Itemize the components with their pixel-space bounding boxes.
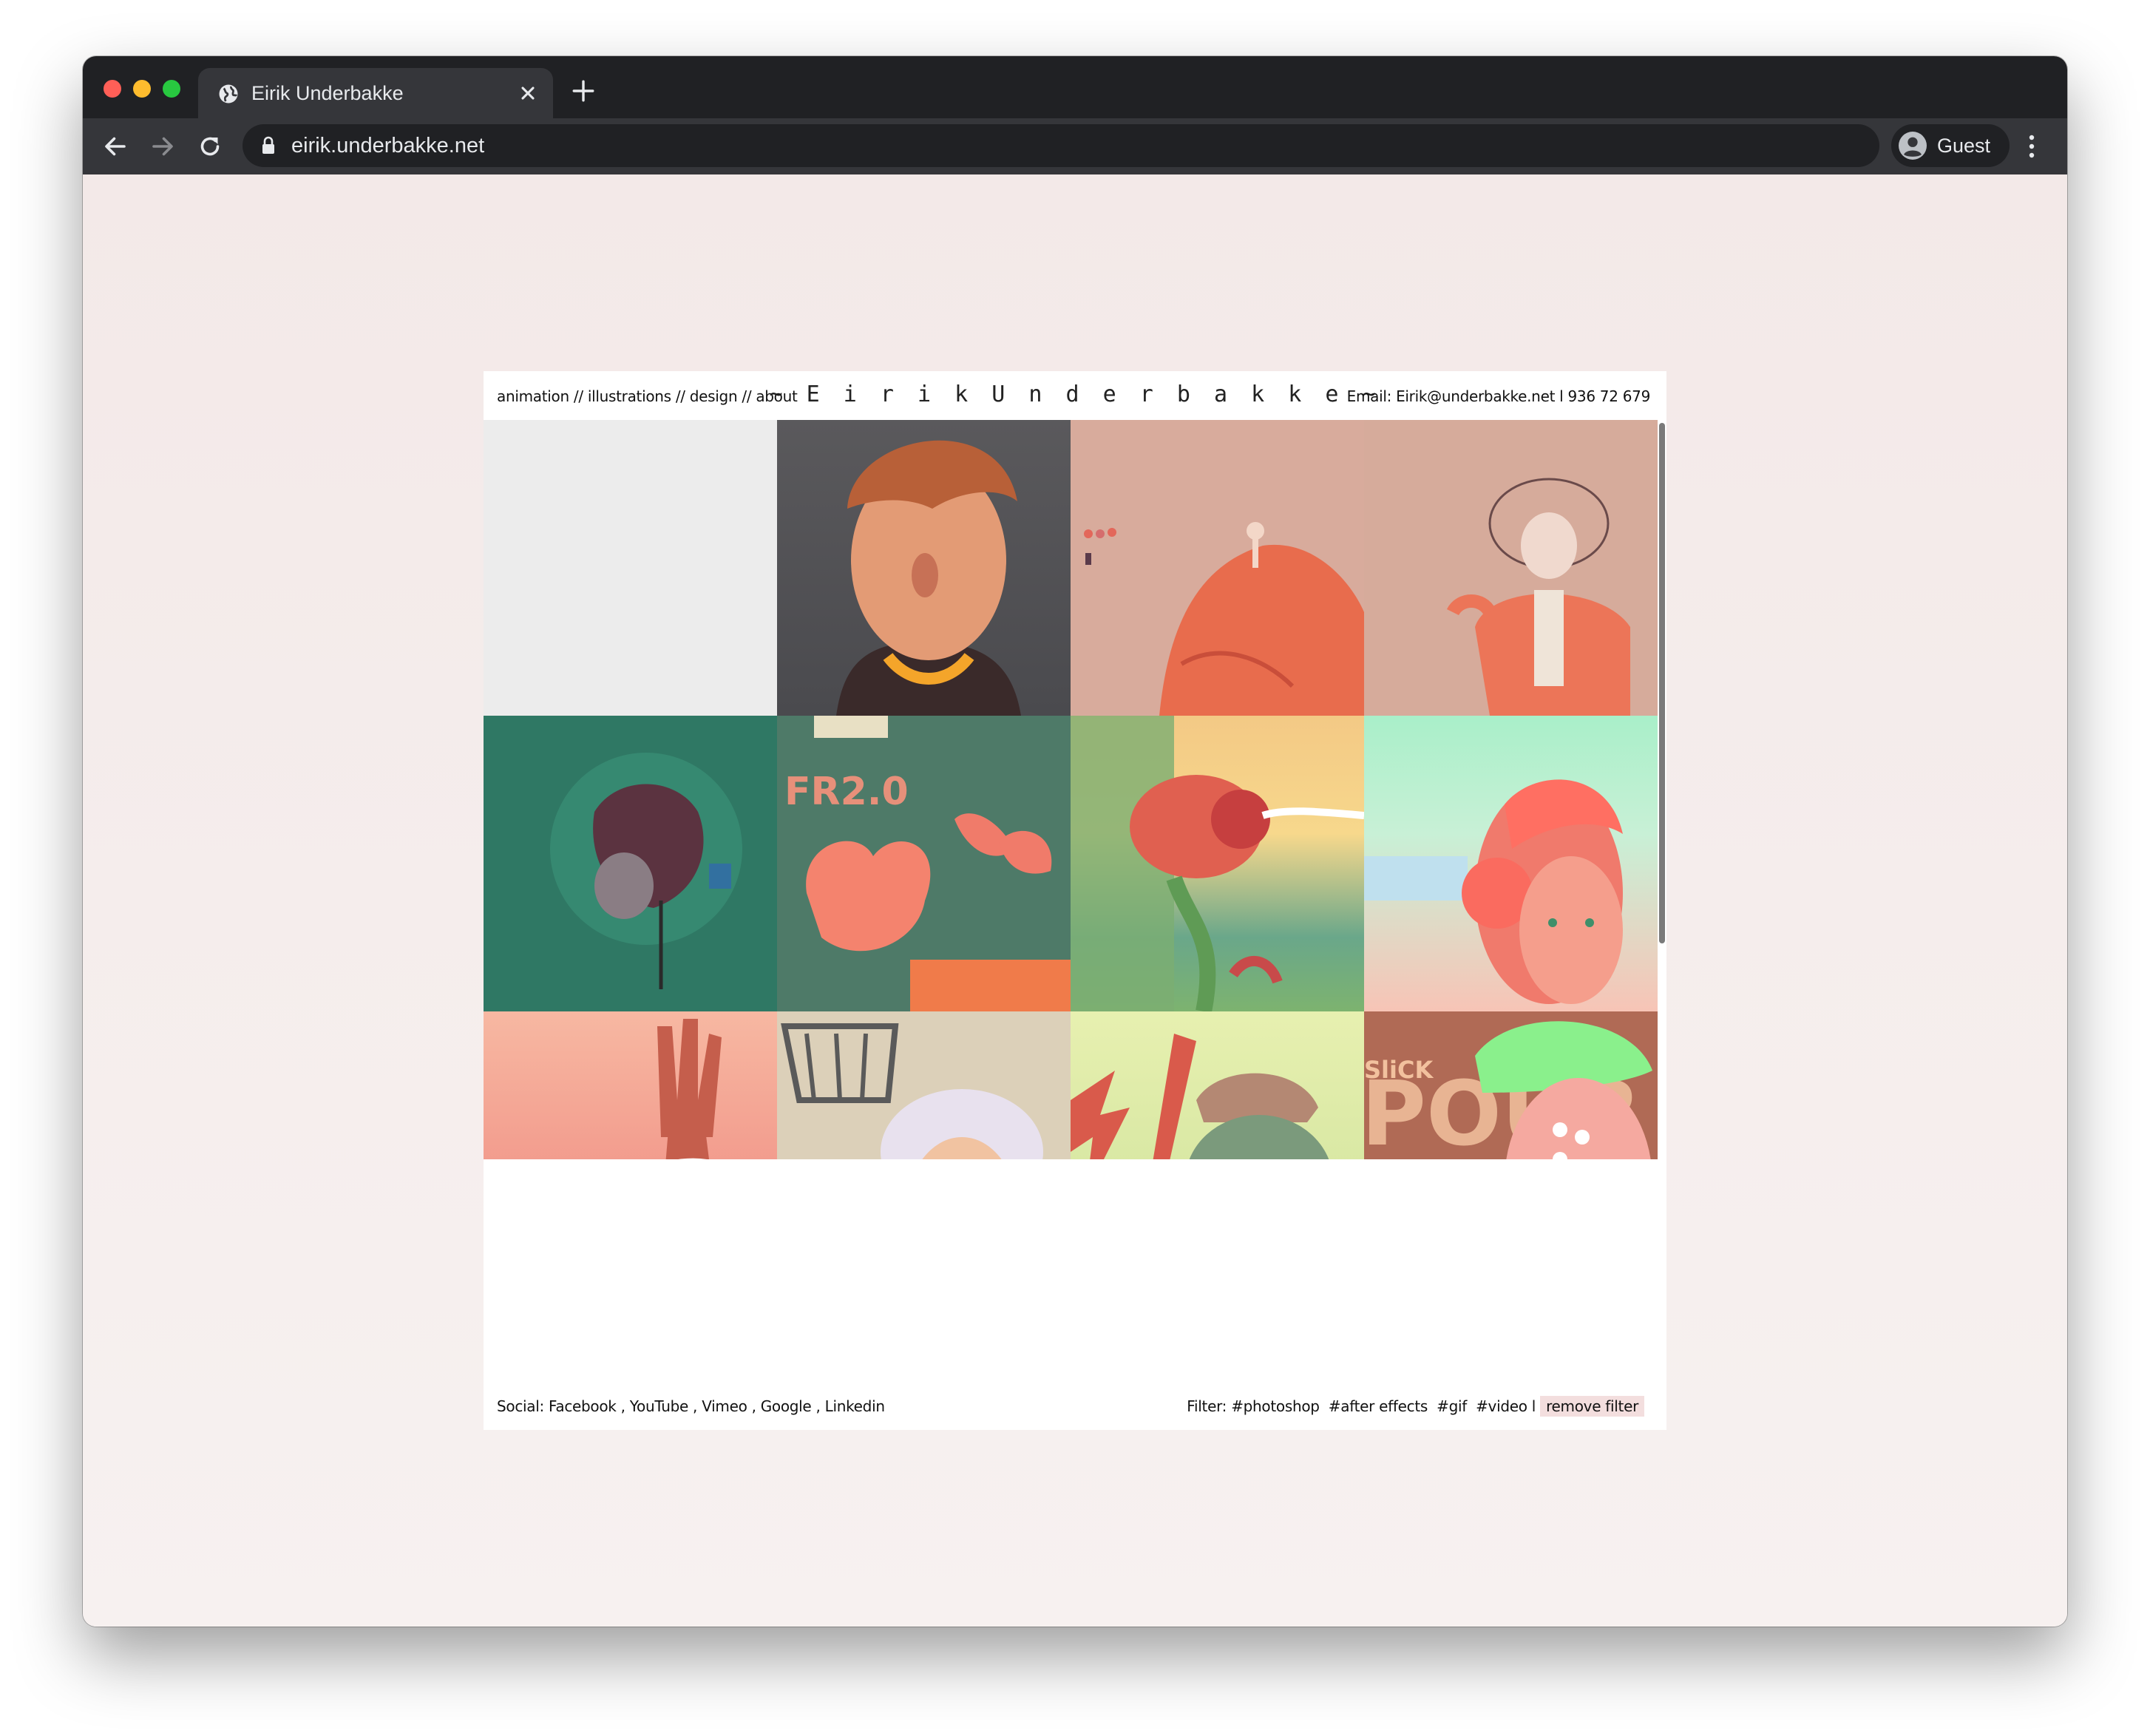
orange-jacket-artwork [1084, 522, 1364, 716]
minimize-window-button[interactable] [133, 80, 151, 98]
clay-boy-artwork [836, 440, 1021, 716]
gallery-tile[interactable] [484, 1011, 777, 1159]
browser-titlebar: Eirik Underbakke [83, 56, 2067, 118]
svg-text:SliCK: SliCK [1364, 1056, 1434, 1084]
gallery-tile[interactable] [1071, 1011, 1364, 1159]
filter-label: Filter: [1187, 1397, 1232, 1415]
filter-divider: l [1527, 1397, 1541, 1415]
social-label: Social: [497, 1397, 549, 1415]
facebook-link[interactable]: Facebook [549, 1397, 617, 1415]
social-separator: , [747, 1397, 761, 1415]
reload-icon[interactable] [197, 133, 223, 160]
gallery-tile[interactable] [1364, 420, 1658, 716]
back-arrow-icon[interactable] [102, 133, 129, 160]
close-tab-icon[interactable] [518, 83, 538, 104]
maximize-window-button[interactable] [163, 80, 180, 98]
linkedin-link[interactable]: Linkedin [825, 1397, 885, 1415]
svg-text:FR2.0: FR2.0 [784, 770, 909, 814]
social-separator: , [616, 1397, 630, 1415]
url-text[interactable]: eirik.underbakke.net [291, 133, 484, 158]
gallery-tile[interactable]: POUR SliCK [1364, 1011, 1658, 1159]
avatar-icon [1899, 132, 1927, 160]
lock-icon[interactable] [260, 136, 277, 155]
social-links: Social: Facebook , YouTube , Vimeo , Goo… [497, 1397, 885, 1415]
gallery-tile[interactable] [777, 1011, 1071, 1159]
old-lady-artwork [781, 1023, 1043, 1159]
hat-creature-artwork [1071, 1034, 1329, 1159]
remove-filter-button[interactable]: remove filter [1540, 1396, 1644, 1417]
social-separator: , [688, 1397, 702, 1415]
gallery-tile[interactable] [1364, 716, 1658, 1011]
gallery-tile[interactable] [777, 420, 1071, 716]
site-header: animation // illustrations // design // … [484, 371, 1666, 420]
kebab-menu-icon[interactable] [2024, 132, 2039, 161]
contact-info[interactable]: Email: Eirik@underbakke.net l 936 72 679 [1347, 387, 1651, 405]
flower-landscape-artwork [1071, 716, 1364, 1011]
filter-video[interactable]: #video [1476, 1397, 1527, 1415]
filter-photoshop[interactable]: #photoshop [1231, 1397, 1320, 1415]
profile-label: Guest [1937, 135, 1991, 157]
fr20-artwork: FR2.0 [784, 716, 1071, 1011]
hat-man-artwork [1446, 478, 1630, 716]
vimeo-link[interactable]: Vimeo [702, 1397, 747, 1415]
new-tab-icon[interactable] [571, 78, 596, 104]
filter-bar: Filter: #photoshop #after effects #gif #… [1187, 1396, 1644, 1417]
forward-arrow-icon[interactable] [149, 133, 176, 160]
close-window-button[interactable] [104, 80, 121, 98]
tab-title: Eirik Underbakke [251, 82, 404, 104]
gallery-tile[interactable] [1071, 420, 1364, 716]
social-separator: , [811, 1397, 825, 1415]
teal-creature-artwork [550, 753, 742, 989]
page-viewport: animation // illustrations // design // … [83, 174, 2067, 1627]
gallery-scrollbar[interactable] [1659, 423, 1665, 943]
youtube-link[interactable]: YouTube [630, 1397, 689, 1415]
profile-button[interactable]: Guest [1891, 124, 2010, 167]
site-footer: Social: Facebook , YouTube , Vimeo , Goo… [484, 1381, 1666, 1430]
google-link[interactable]: Google [761, 1397, 812, 1415]
gallery-tile[interactable]: FR2.0 [777, 716, 1071, 1011]
raised-hand-artwork [657, 1019, 722, 1159]
globe-icon [219, 84, 238, 104]
browser-toolbar: eirik.underbakke.net Guest [83, 118, 2067, 174]
browser-window: Eirik Underbakke eirik.underbakke.net Gu… [83, 56, 2067, 1627]
red-haired-girl-artwork [1364, 779, 1623, 1004]
address-bar[interactable]: eirik.underbakke.net [243, 124, 1879, 167]
portfolio-container: animation // illustrations // design // … [484, 371, 1666, 1430]
gallery-tile[interactable] [484, 716, 777, 1011]
gallery-grid: FR2.0 POUR SliCK [484, 420, 1658, 1159]
green-hair-artwork: POUR SliCK [1364, 1021, 1652, 1159]
filter-after-effects[interactable]: #after effects [1329, 1397, 1428, 1415]
filter-gif[interactable]: #gif [1437, 1397, 1467, 1415]
gallery-tile[interactable] [1071, 716, 1364, 1011]
browser-tab[interactable]: Eirik Underbakke [198, 68, 553, 118]
gallery-tile[interactable] [484, 420, 777, 716]
